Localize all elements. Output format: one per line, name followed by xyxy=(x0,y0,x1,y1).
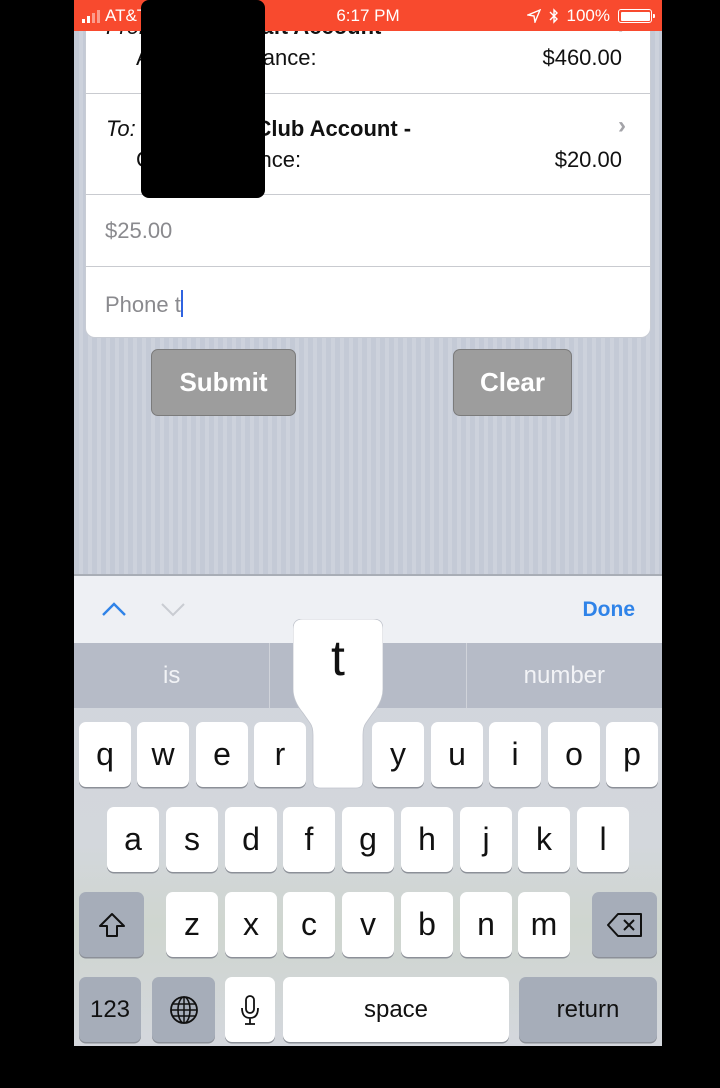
key-o[interactable]: o xyxy=(548,722,600,787)
key-m[interactable]: m xyxy=(518,892,570,957)
to-label: To: xyxy=(106,116,136,141)
to-balance: $20.00 xyxy=(554,147,622,172)
key-i[interactable]: i xyxy=(489,722,541,787)
key-n[interactable]: n xyxy=(460,892,512,957)
memo-value: Phone t xyxy=(105,292,181,317)
battery-fill xyxy=(620,11,650,21)
shift-key[interactable] xyxy=(79,892,144,957)
location-icon xyxy=(526,9,541,23)
phone-screen: AT&T 6:17 PM 100% From:Share Draft Accou… xyxy=(74,0,662,1046)
previous-field-icon[interactable] xyxy=(101,596,127,622)
key-q[interactable]: q xyxy=(79,722,131,787)
key-e[interactable]: e xyxy=(196,722,248,787)
key-f[interactable]: f xyxy=(283,807,335,872)
key-l[interactable]: l xyxy=(577,807,629,872)
text-cursor xyxy=(180,290,183,317)
key-j[interactable]: j xyxy=(460,807,512,872)
key-g[interactable]: g xyxy=(342,807,394,872)
key-u[interactable]: u xyxy=(431,722,483,787)
done-button[interactable]: Done xyxy=(583,598,636,622)
key-h[interactable]: h xyxy=(401,807,453,872)
return-key[interactable]: return xyxy=(519,977,657,1042)
space-key[interactable]: space xyxy=(283,977,509,1042)
from-balance: $460.00 xyxy=(542,45,622,70)
chevron-right-icon: › xyxy=(618,112,626,139)
dictation-key[interactable] xyxy=(225,977,275,1042)
shift-icon xyxy=(98,912,125,937)
key-s[interactable]: s xyxy=(166,807,218,872)
key-p[interactable]: p xyxy=(606,722,658,787)
key-z[interactable]: z xyxy=(166,892,218,957)
memo-field[interactable]: Phone t xyxy=(86,267,650,338)
amount-field[interactable]: $25.00 xyxy=(86,195,650,267)
pressed-key-letter: t xyxy=(331,630,345,686)
numbers-key[interactable]: 123 xyxy=(79,977,141,1042)
key-c[interactable]: c xyxy=(283,892,335,957)
key-d[interactable]: d xyxy=(225,807,277,872)
key-a[interactable]: a xyxy=(107,807,159,872)
key-v[interactable]: v xyxy=(342,892,394,957)
redaction-overlay xyxy=(141,0,265,198)
globe-icon xyxy=(169,995,198,1024)
key-w[interactable]: w xyxy=(137,722,189,787)
delete-icon xyxy=(606,912,642,937)
amount-value: $25.00 xyxy=(105,218,173,243)
suggestion-item[interactable]: is xyxy=(74,643,271,708)
key-k[interactable]: k xyxy=(518,807,570,872)
key-x[interactable]: x xyxy=(225,892,277,957)
microphone-icon xyxy=(241,994,259,1025)
globe-key[interactable] xyxy=(152,977,215,1042)
key-b[interactable]: b xyxy=(401,892,453,957)
clear-button[interactable]: Clear xyxy=(453,349,572,416)
battery-percent: 100% xyxy=(566,6,610,25)
delete-key[interactable] xyxy=(592,892,657,957)
next-field-icon[interactable] xyxy=(160,596,186,622)
suggestion-item[interactable]: number xyxy=(467,643,662,708)
submit-button[interactable]: Submit xyxy=(151,349,296,416)
battery-icon xyxy=(618,9,655,23)
bluetooth-icon xyxy=(549,8,558,24)
